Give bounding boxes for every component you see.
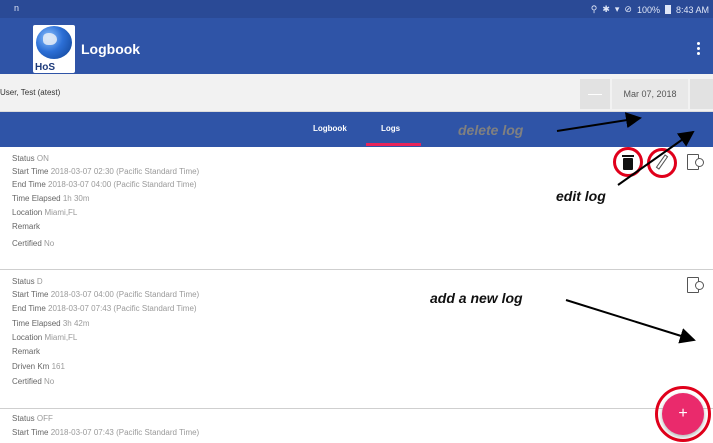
edit-log-annotation: edit log <box>556 188 606 204</box>
log-remark-row: Remark <box>12 222 41 231</box>
log-item[interactable]: Status D Start Time 2018-03-07 04:00 (Pa… <box>0 270 713 409</box>
clock: 8:43 AM <box>675 4 709 15</box>
log-start-row: Start Time 2018-03-07 02:30 (Pacific Sta… <box>12 167 200 176</box>
alarm-icon: ⊘ <box>624 4 632 14</box>
status-bar: n ⚲ ✱ ▾ ⊘ 100% 8:43 AM <box>0 0 713 18</box>
previous-day-button[interactable]: — <box>580 79 610 109</box>
tab-logs[interactable]: Logs <box>381 124 400 133</box>
date-picker[interactable]: Mar 07, 2018 <box>612 79 688 109</box>
current-user: User, Test (atest) <box>0 88 61 97</box>
tab-logbook[interactable]: Logbook <box>313 124 347 133</box>
delete-log-annotation: delete log <box>458 122 524 138</box>
add-icon[interactable]: + <box>662 393 704 435</box>
edit-highlight-ring <box>647 148 677 178</box>
log-start-row: Start Time 2018-03-07 07:43 (Pacific Sta… <box>12 428 200 437</box>
log-certified-row: Certified No <box>12 377 55 386</box>
log-remark-row: Remark <box>12 347 41 356</box>
log-status-row: Status D <box>12 277 43 286</box>
screen: n ⚲ ✱ ▾ ⊘ 100% 8:43 AM HoS Logbook User,… <box>0 0 713 443</box>
log-certified-row: Certified No <box>12 239 55 248</box>
assign-document-icon[interactable] <box>687 152 705 174</box>
assign-document-icon[interactable] <box>687 275 705 297</box>
app-title: Logbook <box>81 41 141 57</box>
delete-highlight-ring <box>613 147 643 177</box>
log-elapsed-row: Time Elapsed 3h 42m <box>12 319 90 328</box>
log-elapsed-row: Time Elapsed 1h 30m <box>12 194 90 203</box>
add-log-annotation: add a new log <box>430 290 523 306</box>
log-item[interactable]: Status OFF Start Time 2018-03-07 07:43 (… <box>0 409 713 443</box>
user-bar: User, Test (atest) — Mar 07, 2018 <box>0 74 713 112</box>
menu-kebab-icon[interactable] <box>697 42 701 55</box>
globe-land <box>43 33 57 45</box>
log-item[interactable]: Status ON Start Time 2018-03-07 02:30 (P… <box>0 147 713 270</box>
battery-percent: 100% <box>636 4 660 15</box>
log-status-row: Status ON <box>12 154 49 163</box>
tab-bar: Logbook Logs <box>0 112 713 147</box>
wifi-icon: ▾ <box>614 4 620 14</box>
bluetooth-icon: ✱ <box>602 4 610 14</box>
status-icons: ⚲ ✱ ▾ ⊘ 100% 8:43 AM <box>591 4 709 15</box>
logo-text: HoS <box>35 62 55 73</box>
next-day-button[interactable] <box>690 79 713 109</box>
log-end-row: End Time 2018-03-07 07:43 (Pacific Stand… <box>12 304 197 313</box>
log-location-row: Location Miami,FL <box>12 333 78 342</box>
selected-tab-indicator <box>366 143 421 146</box>
battery-icon <box>664 5 671 14</box>
log-location-row: Location Miami,FL <box>12 208 78 217</box>
log-status-row: Status OFF <box>12 414 53 423</box>
log-end-row: End Time 2018-03-07 04:00 (Pacific Stand… <box>12 180 197 189</box>
app-logo: HoS <box>33 25 75 73</box>
location-icon: ⚲ <box>590 4 598 14</box>
log-start-row: Start Time 2018-03-07 04:00 (Pacific Sta… <box>12 290 200 299</box>
notification-icon: n <box>14 3 20 13</box>
log-list[interactable]: Status ON Start Time 2018-03-07 02:30 (P… <box>0 147 713 443</box>
app-bar: HoS Logbook <box>0 18 713 74</box>
log-driven-row: Driven Km 161 <box>12 362 65 371</box>
